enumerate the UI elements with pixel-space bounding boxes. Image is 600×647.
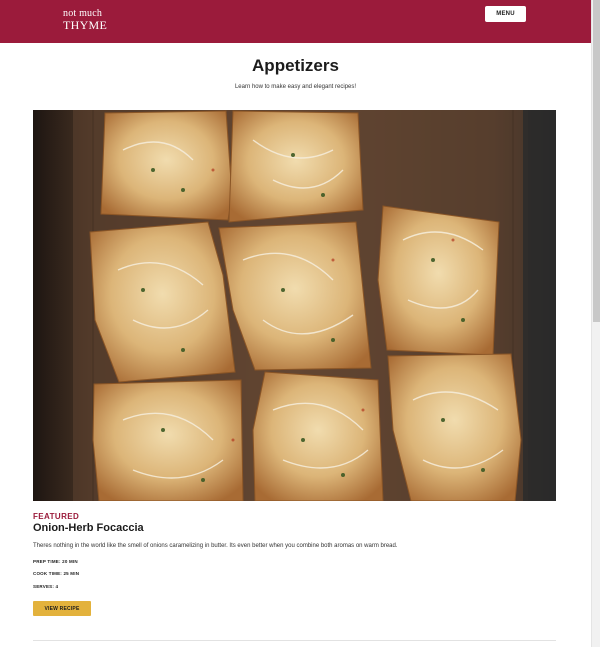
top-navigation-bar: not much THYME MENU — [0, 0, 591, 43]
servings: SERVES: 4 — [33, 584, 59, 589]
page-subtitle: Learn how to make easy and elegant recip… — [234, 84, 357, 90]
page-title: Appetizers — [252, 56, 339, 75]
recipe-title[interactable]: Onion-Herb Focaccia — [33, 522, 144, 534]
cook-time: COOK TIME: 25 MIN — [33, 571, 80, 576]
view-recipe-button[interactable]: VIEW RECIPE — [33, 601, 91, 616]
logo-line-2: THYME — [63, 18, 108, 32]
focaccia-photo — [33, 110, 556, 501]
featured-recipe-image[interactable] — [33, 110, 556, 501]
section-divider — [33, 640, 556, 641]
scrollbar-thumb[interactable] — [593, 0, 600, 322]
featured-label: FEATURED — [33, 512, 80, 521]
menu-button[interactable]: MENU — [485, 6, 526, 22]
site-logo[interactable]: not much THYME — [63, 9, 108, 32]
page-scrollbar[interactable] — [591, 0, 600, 647]
recipe-description: Theres nothing in the world like the sme… — [33, 543, 398, 549]
prep-time: PREP TIME: 20 MIN — [33, 559, 78, 564]
